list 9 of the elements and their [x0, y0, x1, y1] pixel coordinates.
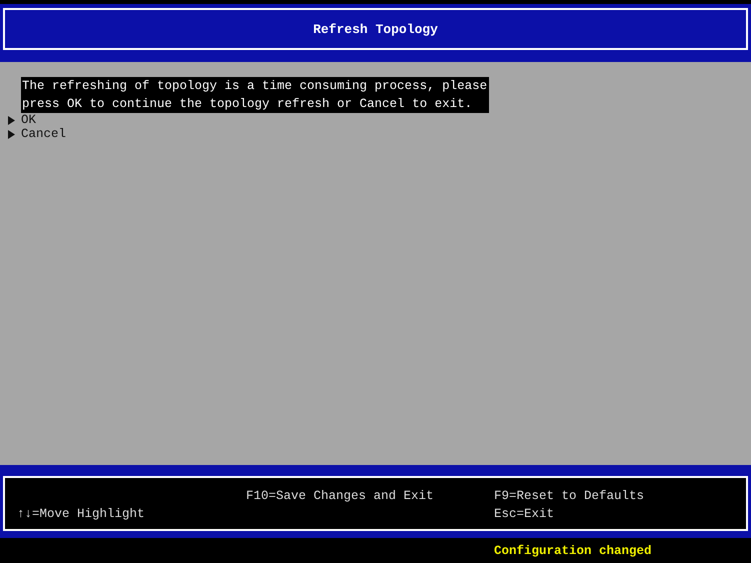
key-hint: F9=Reset to Defaults	[494, 488, 646, 505]
key-hint: ↑↓=Move Highlight	[17, 506, 146, 523]
key-hint: Esc=Exit	[494, 506, 556, 523]
message-text: The refreshing of topology is a time consuming process, please press OK to continue the topology refresh or Cancel to exit.	[21, 77, 490, 113]
status-text: Configuration changed	[494, 544, 652, 558]
window-title: Refresh Topology	[313, 22, 438, 36]
menu-option[interactable]: OK	[8, 113, 36, 127]
menu-option[interactable]: Cancel	[8, 127, 66, 141]
key-hint: F10=Save Changes and Exit	[246, 488, 435, 505]
